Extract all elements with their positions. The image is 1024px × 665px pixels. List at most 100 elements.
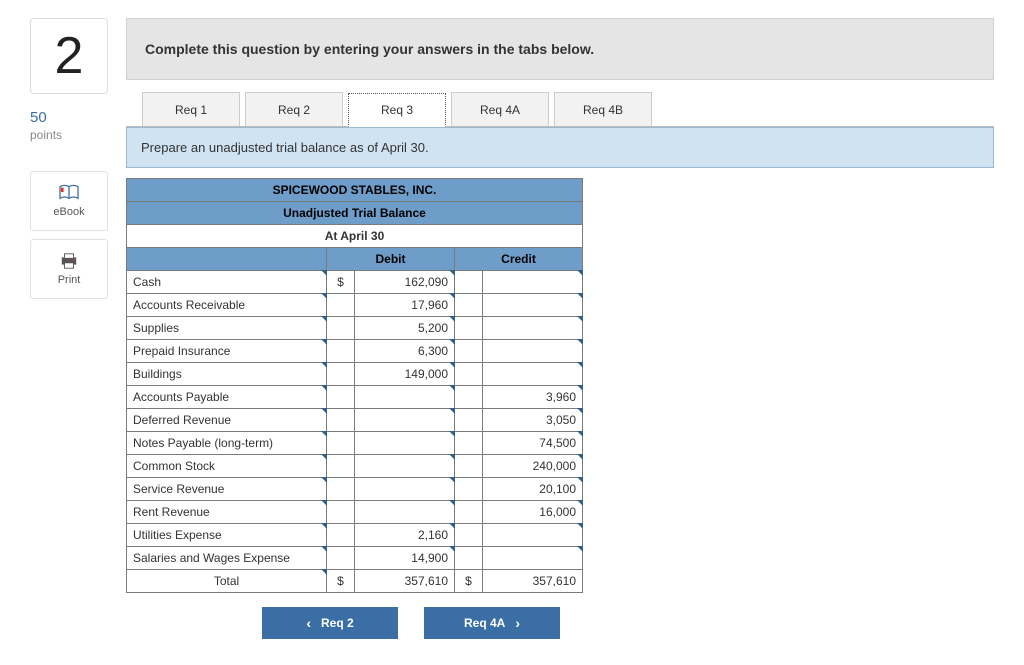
tab-req4b[interactable]: Req 4B <box>554 92 652 126</box>
account-cell[interactable]: Notes Payable (long-term) <box>127 432 327 455</box>
credit-currency <box>455 524 483 547</box>
account-cell[interactable]: Supplies <box>127 317 327 340</box>
points-value: 50 <box>30 108 108 128</box>
print-label: Print <box>58 274 81 286</box>
company-header: SPICEWOOD STABLES, INC. <box>127 179 583 202</box>
credit-currency <box>455 294 483 317</box>
debit-cell[interactable] <box>355 455 455 478</box>
credit-currency <box>455 363 483 386</box>
account-cell[interactable]: Salaries and Wages Expense <box>127 547 327 570</box>
credit-cell[interactable]: 16,000 <box>483 501 583 524</box>
debit-cell[interactable] <box>355 386 455 409</box>
debit-cell[interactable]: 149,000 <box>355 363 455 386</box>
printer-icon <box>58 252 80 270</box>
total-credit: 357,610 <box>483 570 583 593</box>
trial-balance-table: SPICEWOOD STABLES, INC. Unadjusted Trial… <box>126 178 583 593</box>
debit-cell[interactable] <box>355 409 455 432</box>
points-label: points <box>30 128 108 144</box>
total-debit-currency: $ <box>327 570 355 593</box>
tab-req1[interactable]: Req 1 <box>142 92 240 126</box>
account-cell[interactable]: Common Stock <box>127 455 327 478</box>
debit-currency <box>327 478 355 501</box>
debit-cell[interactable]: 2,160 <box>355 524 455 547</box>
credit-currency <box>455 340 483 363</box>
book-icon <box>58 184 80 202</box>
credit-currency <box>455 271 483 294</box>
account-cell[interactable]: Buildings <box>127 363 327 386</box>
credit-currency <box>455 455 483 478</box>
report-title: Unadjusted Trial Balance <box>127 202 583 225</box>
credit-cell[interactable] <box>483 340 583 363</box>
credit-cell[interactable] <box>483 317 583 340</box>
total-credit-currency: $ <box>455 570 483 593</box>
step-prompt: Prepare an unadjusted trial balance as o… <box>126 127 994 168</box>
print-button[interactable]: Print <box>30 239 108 299</box>
account-cell[interactable]: Utilities Expense <box>127 524 327 547</box>
tab-req3[interactable]: Req 3 <box>348 93 446 127</box>
debit-currency <box>327 317 355 340</box>
chevron-left-icon: ‹ <box>306 615 311 631</box>
credit-cell[interactable]: 74,500 <box>483 432 583 455</box>
debit-currency <box>327 340 355 363</box>
credit-cell[interactable] <box>483 363 583 386</box>
debit-cell[interactable]: 17,960 <box>355 294 455 317</box>
debit-cell[interactable]: 162,090 <box>355 271 455 294</box>
account-cell[interactable]: Accounts Payable <box>127 386 327 409</box>
tabs-bar: Req 1 Req 2 Req 3 Req 4A Req 4B <box>126 92 994 127</box>
debit-currency <box>327 386 355 409</box>
next-button[interactable]: Req 4A › <box>424 607 560 639</box>
ebook-button[interactable]: eBook <box>30 171 108 231</box>
chevron-right-icon: › <box>515 615 520 631</box>
col-debit: Debit <box>327 248 455 271</box>
account-cell[interactable]: Rent Revenue <box>127 501 327 524</box>
credit-currency <box>455 317 483 340</box>
credit-currency <box>455 501 483 524</box>
debit-currency <box>327 432 355 455</box>
debit-cell[interactable]: 6,300 <box>355 340 455 363</box>
debit-currency <box>327 409 355 432</box>
next-label: Req 4A <box>464 616 505 630</box>
prev-button[interactable]: ‹ Req 2 <box>262 607 398 639</box>
account-cell[interactable]: Prepaid Insurance <box>127 340 327 363</box>
debit-cell[interactable]: 14,900 <box>355 547 455 570</box>
credit-cell[interactable]: 240,000 <box>483 455 583 478</box>
question-number: 2 <box>30 18 108 94</box>
debit-currency <box>327 294 355 317</box>
account-cell[interactable]: Accounts Receivable <box>127 294 327 317</box>
prev-label: Req 2 <box>321 616 354 630</box>
credit-cell[interactable]: 20,100 <box>483 478 583 501</box>
credit-cell[interactable]: 3,960 <box>483 386 583 409</box>
credit-currency <box>455 478 483 501</box>
col-account <box>127 248 327 271</box>
total-debit: 357,610 <box>355 570 455 593</box>
account-cell[interactable]: Service Revenue <box>127 478 327 501</box>
credit-currency <box>455 409 483 432</box>
col-credit: Credit <box>455 248 583 271</box>
credit-currency <box>455 432 483 455</box>
instruction-banner: Complete this question by entering your … <box>126 18 994 80</box>
debit-currency <box>327 501 355 524</box>
points-block: 50 points <box>30 108 108 143</box>
credit-cell[interactable]: 3,050 <box>483 409 583 432</box>
account-cell[interactable]: Deferred Revenue <box>127 409 327 432</box>
debit-cell[interactable] <box>355 501 455 524</box>
debit-currency <box>327 547 355 570</box>
credit-cell[interactable] <box>483 271 583 294</box>
credit-cell[interactable] <box>483 524 583 547</box>
debit-currency <box>327 455 355 478</box>
debit-currency: $ <box>327 271 355 294</box>
total-label: Total <box>127 570 327 593</box>
credit-cell[interactable] <box>483 294 583 317</box>
asof-header: At April 30 <box>127 225 583 248</box>
credit-currency <box>455 547 483 570</box>
credit-currency <box>455 386 483 409</box>
credit-cell[interactable] <box>483 547 583 570</box>
debit-currency <box>327 363 355 386</box>
ebook-label: eBook <box>53 206 84 218</box>
debit-cell[interactable] <box>355 432 455 455</box>
account-cell[interactable]: Cash <box>127 271 327 294</box>
debit-cell[interactable]: 5,200 <box>355 317 455 340</box>
tab-req2[interactable]: Req 2 <box>245 92 343 126</box>
debit-cell[interactable] <box>355 478 455 501</box>
tab-req4a[interactable]: Req 4A <box>451 92 549 126</box>
